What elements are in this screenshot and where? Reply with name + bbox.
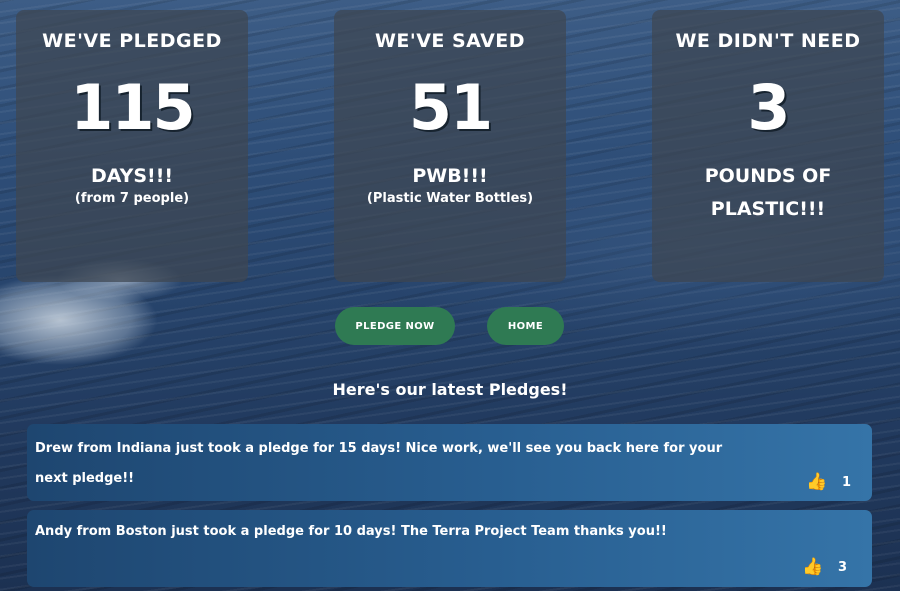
stat-note: (from 7 people) xyxy=(74,191,190,206)
pledge-text: Drew from Indiana just took a pledge for… xyxy=(35,441,723,486)
like-count: 3 xyxy=(838,560,848,575)
like-count: 1 xyxy=(842,475,852,490)
pledge-now-button[interactable]: PLEDGE NOW xyxy=(335,307,455,345)
stat-number: 3 xyxy=(747,71,790,144)
stat-card-plastic-pounds: WE DIDN'T NEED 3 POUNDS OF PLASTIC!!! xyxy=(652,10,884,282)
stats-section: WE'VE PLEDGED 115 DAYS!!! (from 7 people… xyxy=(0,10,900,282)
stat-note: (Plastic Water Bottles) xyxy=(366,191,534,206)
stat-subtitle: DAYS!!! xyxy=(90,165,174,187)
stat-number: 51 xyxy=(408,71,493,144)
stat-subtitle: POUNDS OF PLASTIC!!! xyxy=(704,165,832,220)
stat-card-bottles-saved: WE'VE SAVED 51 PWB!!! (Plastic Water Bot… xyxy=(334,10,566,282)
home-button[interactable]: HOME xyxy=(487,307,564,345)
stat-title: WE DIDN'T NEED xyxy=(675,30,861,52)
stat-title: WE'VE SAVED xyxy=(374,30,526,52)
stat-title: WE'VE PLEDGED xyxy=(42,30,222,52)
stat-number: 115 xyxy=(70,71,195,144)
thumbs-up-icon[interactable]: 👍 xyxy=(802,557,823,577)
stat-card-days-pledged: WE'VE PLEDGED 115 DAYS!!! (from 7 people… xyxy=(16,10,248,282)
pledge-card: Andy from Boston just took a pledge for … xyxy=(27,510,872,587)
latest-pledges-heading: Here's our latest Pledges! xyxy=(332,380,568,399)
pledge-card: Drew from Indiana just took a pledge for… xyxy=(27,424,872,501)
thumbs-up-icon[interactable]: 👍 xyxy=(806,472,827,492)
pledge-text: Andy from Boston just took a pledge for … xyxy=(35,524,667,539)
stat-subtitle: PWB!!! xyxy=(412,165,488,187)
